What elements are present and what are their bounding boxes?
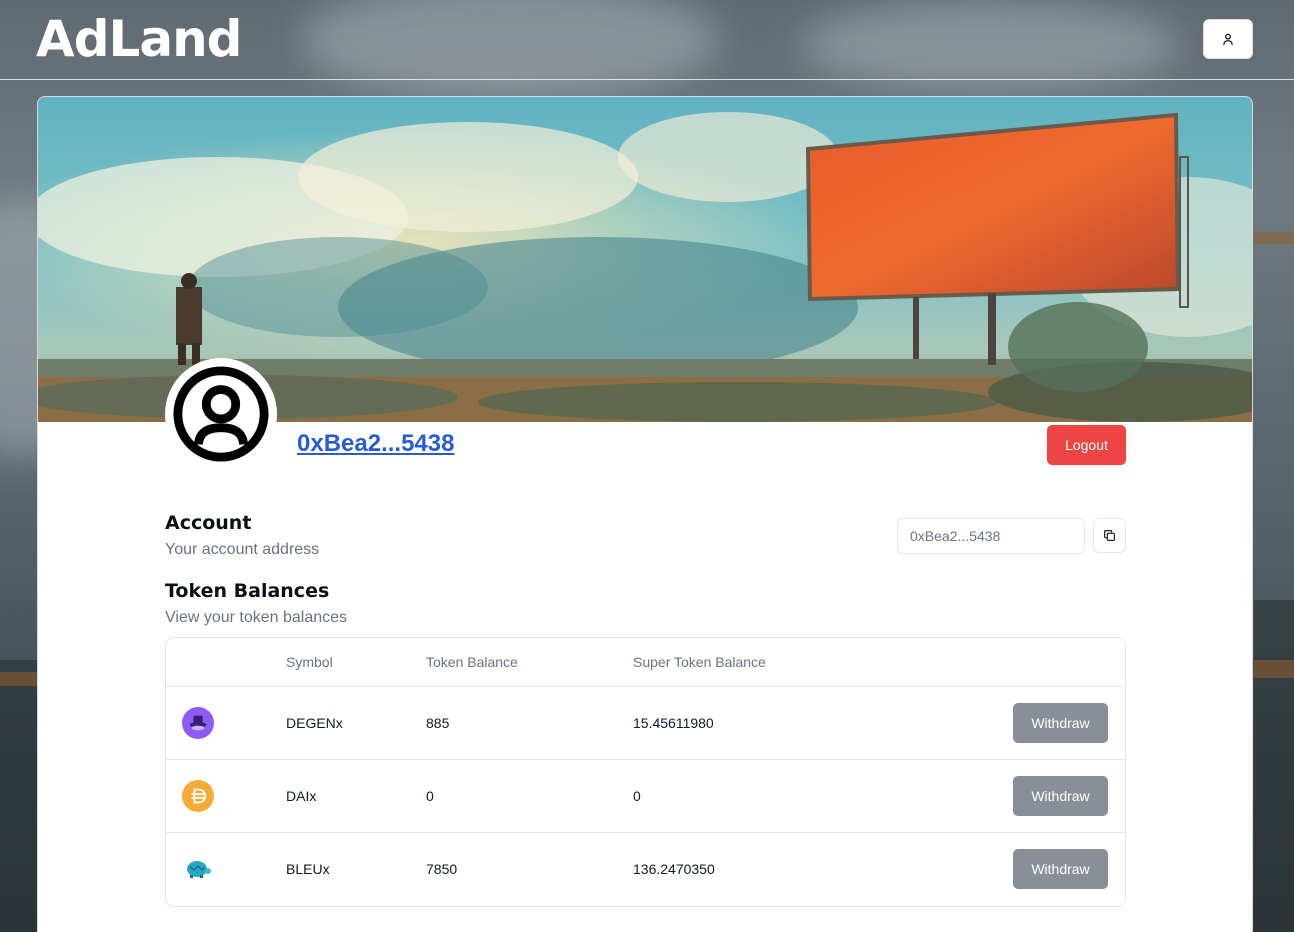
token-balance: 7850 [426,861,458,877]
logout-button[interactable]: Logout [1047,425,1126,465]
token-balances-heading: Token Balances [165,580,330,602]
degen-hat-icon [182,707,214,739]
user-circle-icon [173,366,269,462]
withdraw-button[interactable]: Withdraw [1013,849,1108,889]
super-token-balance: 0 [633,788,641,804]
bleu-turtle-icon [182,853,214,885]
account-heading: Account [165,512,252,534]
top-navbar: AdLand [0,0,1294,80]
token-balances-table: Symbol Token Balance Super Token Balance… [165,637,1126,907]
super-token-balance: 15.45611980 [633,715,714,731]
profile-card: 0xBea2...5438 Logout Account Your accoun… [37,96,1253,932]
column-header-super-token-balance: Super Token Balance [633,654,766,670]
user-icon [1223,33,1233,45]
token-symbol: DEGENx [286,715,343,731]
copy-icon [1104,530,1115,541]
column-header-token-balance: Token Balance [426,654,518,670]
super-token-balance: 136.2470350 [633,861,715,877]
user-menu-button[interactable] [1203,19,1253,59]
token-balance: 885 [426,715,450,731]
wallet-address-link[interactable]: 0xBea2...5438 [297,430,454,458]
copy-address-button[interactable] [1093,518,1126,553]
account-address-field[interactable] [897,518,1085,554]
table-row: DAIx 0 0 Withdraw [166,760,1125,833]
token-balance: 0 [426,788,434,804]
token-symbol: BLEUx [286,861,330,877]
token-symbol: DAIx [286,788,317,804]
profile-avatar [165,358,277,470]
withdraw-button[interactable]: Withdraw [1013,776,1108,816]
table-row: BLEUx 7850 136.2470350 Withdraw [166,833,1125,906]
table-header: Symbol Token Balance Super Token Balance [166,638,1125,687]
withdraw-button[interactable]: Withdraw [1013,703,1108,743]
adland-logo[interactable]: AdLand [36,8,242,70]
account-subtitle: Your account address [165,541,320,558]
token-balances-subtitle: View your token balances [165,609,348,626]
column-header-symbol: Symbol [286,654,333,670]
table-row: DEGENx 885 15.45611980 Withdraw [166,687,1125,760]
dai-coin-icon [182,780,214,812]
